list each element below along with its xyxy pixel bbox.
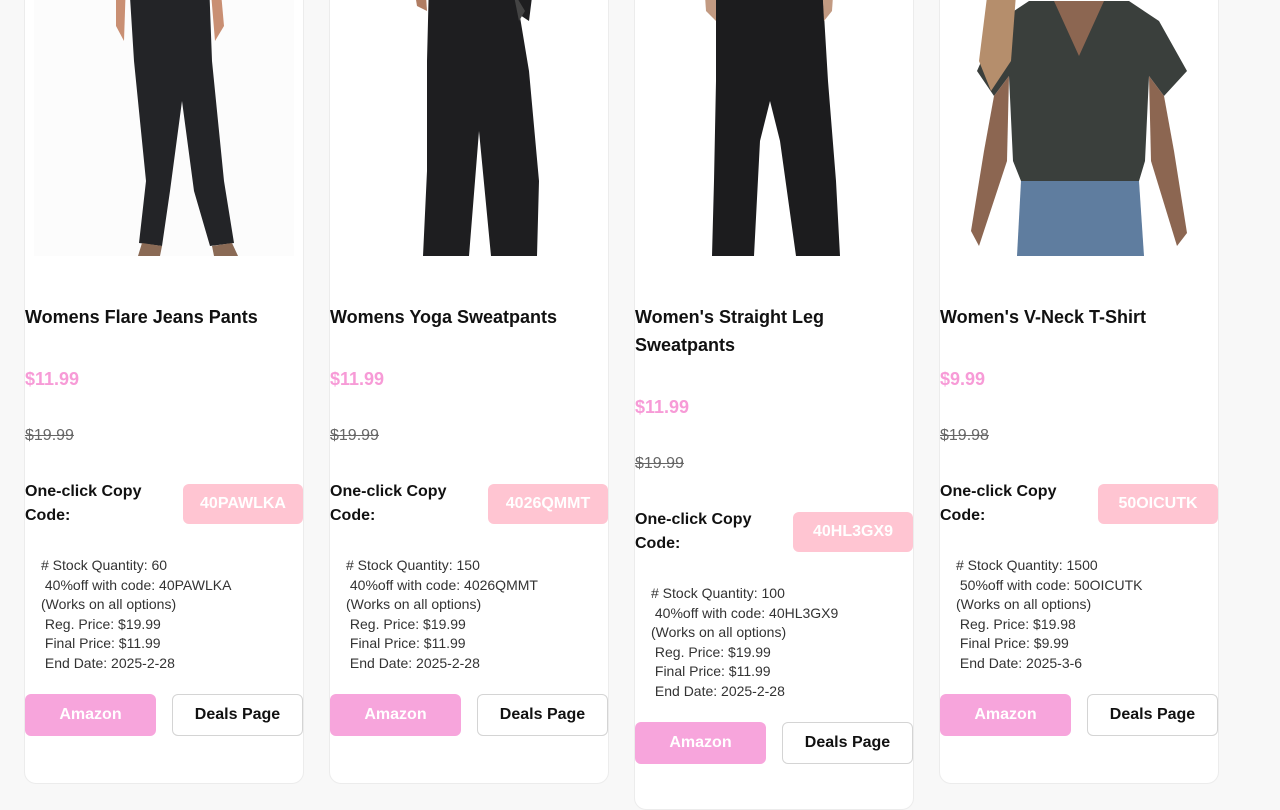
product-card: Womens Flare Jeans Pants $11.99 $19.99 O… — [24, 0, 304, 784]
regular-price: Reg. Price: $19.99 — [346, 615, 466, 632]
copy-code-button[interactable]: 50OICUTK — [1098, 484, 1218, 524]
final-price: Final Price: $9.99 — [956, 635, 1069, 652]
original-price: $19.99 — [330, 427, 379, 444]
yoga-sweatpants-image — [339, 0, 599, 256]
product-card: Womens Yoga Sweatpants $11.99 $19.99 One… — [329, 0, 609, 784]
flare-jeans-image — [34, 0, 294, 256]
discount-text: 40%off with code: 40HL3GX9 — [651, 604, 839, 621]
sale-price: $11.99 — [25, 369, 80, 389]
end-date: End Date: 2025-2-28 — [651, 682, 785, 699]
final-price: Final Price: $11.99 — [41, 635, 161, 652]
product-image[interactable] — [25, 0, 303, 256]
final-price: Final Price: $11.99 — [651, 663, 771, 680]
copy-code-label: One-click Copy Code: — [940, 483, 1057, 524]
v-neck-tshirt-image — [949, 0, 1209, 256]
original-price: $19.99 — [635, 455, 684, 472]
deals-page-button[interactable]: Deals Page — [782, 722, 913, 764]
copy-code-button[interactable]: 40HL3GX9 — [793, 512, 913, 552]
amazon-button[interactable]: Amazon — [25, 694, 156, 736]
product-title: Women's V-Neck T-Shirt — [940, 307, 1146, 327]
original-price: $19.98 — [940, 427, 989, 444]
deal-details: # Stock Quantity: 150 40%off with code: … — [346, 556, 596, 674]
product-title: Womens Yoga Sweatpants — [330, 307, 558, 327]
product-image[interactable] — [330, 0, 608, 256]
deals-page-button[interactable]: Deals Page — [477, 694, 608, 736]
product-title: Womens Flare Jeans Pants — [25, 307, 258, 327]
copy-code-button[interactable]: 40PAWLKA — [183, 484, 303, 524]
straight-leg-sweatpants-image — [644, 0, 904, 256]
product-title: Women's Straight Leg Sweatpants — [635, 307, 824, 355]
deals-page-button[interactable]: Deals Page — [1087, 694, 1218, 736]
copy-code-button[interactable]: 4026QMMT — [488, 484, 608, 524]
amazon-button[interactable]: Amazon — [635, 722, 766, 764]
end-date: End Date: 2025-2-28 — [346, 654, 480, 671]
product-card: Women's V-Neck T-Shirt $9.99 $19.98 One-… — [939, 0, 1219, 784]
deal-details: # Stock Quantity: 1500 50%off with code:… — [956, 556, 1206, 674]
end-date: End Date: 2025-2-28 — [41, 654, 175, 671]
product-image[interactable] — [940, 0, 1218, 256]
stock-quantity: # Stock Quantity: 1500 — [956, 557, 1098, 573]
deal-details: # Stock Quantity: 100 40%off with code: … — [651, 584, 901, 702]
final-price: Final Price: $11.99 — [346, 635, 466, 652]
discount-text: 40%off with code: 40PAWLKA — [41, 576, 232, 593]
original-price: $19.99 — [25, 427, 74, 444]
deal-details: # Stock Quantity: 60 40%off with code: 4… — [41, 556, 291, 674]
works-note: (Works on all options) — [956, 596, 1092, 613]
copy-code-label: One-click Copy Code: — [330, 483, 447, 524]
deals-page-button[interactable]: Deals Page — [172, 694, 303, 736]
stock-quantity: # Stock Quantity: 150 — [346, 557, 480, 573]
amazon-button[interactable]: Amazon — [330, 694, 461, 736]
regular-price: Reg. Price: $19.99 — [41, 615, 161, 632]
discount-text: 50%off with code: 50OICUTK — [956, 576, 1143, 593]
works-note: (Works on all options) — [651, 624, 787, 641]
discount-text: 40%off with code: 4026QMMT — [346, 576, 538, 593]
stock-quantity: # Stock Quantity: 100 — [651, 585, 785, 601]
works-note: (Works on all options) — [41, 596, 177, 613]
sale-price: $9.99 — [940, 369, 986, 389]
works-note: (Works on all options) — [346, 596, 482, 613]
sale-price: $11.99 — [330, 369, 385, 389]
stock-quantity: # Stock Quantity: 60 — [41, 557, 168, 573]
sale-price: $11.99 — [635, 397, 690, 417]
product-card: Women's Straight Leg Sweatpants $11.99 $… — [634, 0, 914, 810]
amazon-button[interactable]: Amazon — [940, 694, 1071, 736]
regular-price: Reg. Price: $19.99 — [651, 643, 771, 660]
product-image[interactable] — [635, 0, 913, 256]
copy-code-label: One-click Copy Code: — [635, 511, 752, 552]
regular-price: Reg. Price: $19.98 — [956, 615, 1076, 632]
copy-code-label: One-click Copy Code: — [25, 483, 142, 524]
end-date: End Date: 2025-3-6 — [956, 654, 1083, 671]
